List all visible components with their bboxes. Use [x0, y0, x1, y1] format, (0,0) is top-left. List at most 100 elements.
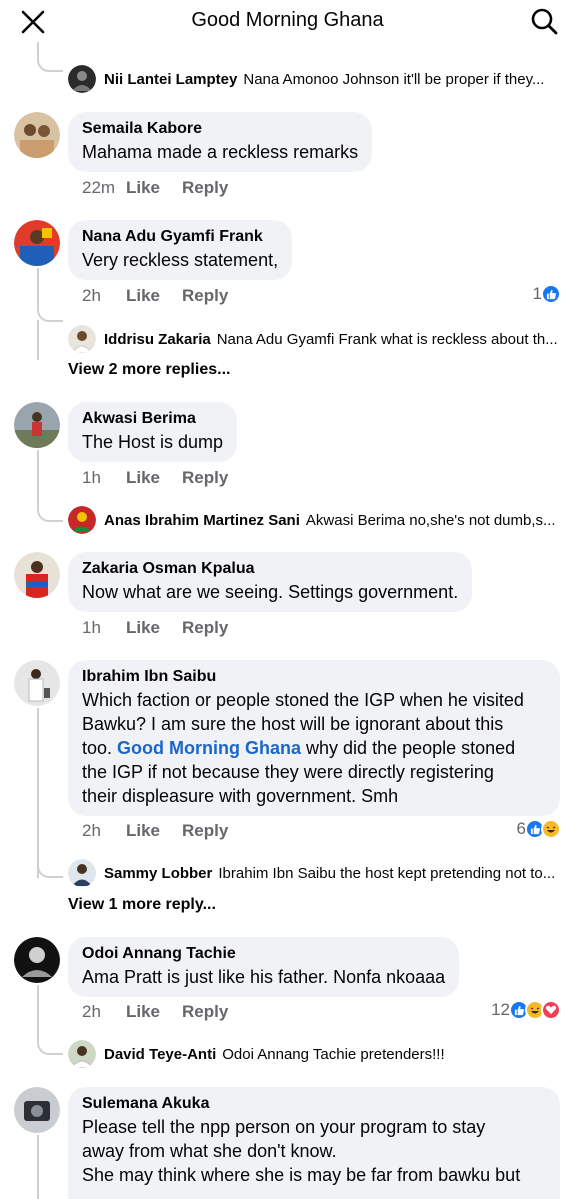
- reply-author[interactable]: David Teye-Anti: [104, 1046, 216, 1063]
- comment-author[interactable]: Ibrahim Ibn Saibu: [82, 666, 546, 688]
- comment-time: 2h: [82, 1002, 101, 1021]
- avatar[interactable]: [68, 1040, 96, 1068]
- reaction-summary[interactable]: 1: [533, 284, 561, 304]
- comment-time: 1h: [82, 618, 101, 637]
- reply-author[interactable]: Iddrisu Zakaria: [104, 331, 211, 348]
- avatar[interactable]: [14, 112, 60, 158]
- thread-line: [37, 708, 39, 878]
- view-more-replies-link[interactable]: View 1 more reply...: [68, 896, 216, 914]
- reply-item[interactable]: Iddrisu Zakaria Nana Adu Gyamfi Frank wh…: [68, 324, 561, 354]
- thread-connector: [37, 58, 63, 72]
- avatar[interactable]: [68, 65, 96, 93]
- comment-text-fragment: why did the people stoned: [301, 738, 516, 758]
- reply-author[interactable]: Nii Lantei Lamptey: [104, 71, 237, 88]
- comment-bubble: Ibrahim Ibn Saibu Which faction or peopl…: [68, 660, 560, 816]
- like-reaction-icon: [541, 284, 561, 304]
- reply-button[interactable]: Reply: [182, 286, 228, 306]
- view-more-replies-link[interactable]: View 2 more replies...: [68, 361, 230, 379]
- like-button[interactable]: Like: [126, 1002, 182, 1022]
- like-button[interactable]: Like: [126, 468, 182, 488]
- avatar[interactable]: [14, 1087, 60, 1133]
- comment-actions: 1h Like Reply: [82, 618, 228, 638]
- comment-text-line: She may think where she is may be far fr…: [82, 1165, 521, 1185]
- reply-text: Nana Adu Gyamfi Frank what is reckless a…: [216, 330, 558, 348]
- comment-text: Now what are we seeing. Settings governm…: [82, 582, 459, 602]
- thread-line: [37, 450, 39, 508]
- comment-bubble: Semaila Kabore Mahama made a reckless re…: [68, 112, 373, 172]
- like-button[interactable]: Like: [126, 178, 182, 198]
- reaction-count: 12: [491, 1000, 510, 1019]
- comment-bubble: Akwasi Berima The Host is dump: [68, 402, 238, 462]
- search-icon[interactable]: [529, 6, 559, 36]
- comment-text-line: Which faction or people stoned the IGP w…: [82, 690, 524, 710]
- avatar[interactable]: [68, 859, 96, 887]
- reply-text: Ibrahim Ibn Saibu the host kept pretendi…: [218, 864, 556, 882]
- comment-actions: 2h Like Reply: [82, 821, 228, 841]
- avatar[interactable]: [14, 660, 60, 706]
- comment-bubble: Nana Adu Gyamfi Frank Very reckless stat…: [68, 220, 293, 280]
- reply-text: Akwasi Berima no,she's not dumb,s...: [305, 511, 556, 529]
- avatar[interactable]: [14, 220, 60, 266]
- avatar[interactable]: [68, 325, 96, 353]
- thread-line: [37, 1135, 39, 1199]
- like-button[interactable]: Like: [126, 286, 182, 306]
- comment-actions: 2h Like Reply: [82, 1002, 228, 1022]
- avatar[interactable]: [14, 402, 60, 448]
- thread-connector: [37, 508, 63, 522]
- like-button[interactable]: Like: [126, 821, 182, 841]
- reply-author[interactable]: Sammy Lobber: [104, 865, 212, 882]
- comment-bubble: Odoi Annang Tachie Ama Pratt is just lik…: [68, 937, 460, 997]
- haha-reaction-icon: [541, 819, 561, 839]
- avatar[interactable]: [14, 552, 60, 598]
- thread-line: [37, 985, 39, 1041]
- comment-actions: 1h Like Reply: [82, 468, 228, 488]
- reply-text: Nana Amonoo Johnson it'll be proper if t…: [243, 70, 545, 88]
- comment-author[interactable]: Akwasi Berima: [82, 408, 223, 430]
- page-mention-link[interactable]: Good Morning Ghana: [117, 738, 301, 758]
- comment-text-line: the IGP if not because they were directl…: [82, 762, 494, 782]
- reply-item[interactable]: David Teye-Anti Odoi Annang Tachie prete…: [68, 1039, 561, 1069]
- reply-button[interactable]: Reply: [182, 468, 228, 488]
- thread-connector: [37, 308, 63, 322]
- comment-time: 2h: [82, 286, 101, 305]
- comment-bubble: Sulemana Akuka Please tell the npp perso…: [68, 1087, 560, 1199]
- thread-connector: [37, 864, 63, 878]
- comment-time: 22m: [82, 178, 116, 197]
- reply-button[interactable]: Reply: [182, 1002, 228, 1022]
- reply-button[interactable]: Reply: [182, 821, 228, 841]
- thread-line: [37, 320, 39, 360]
- reply-text: Odoi Annang Tachie pretenders!!!: [222, 1045, 445, 1063]
- reaction-summary[interactable]: 12: [491, 1000, 561, 1020]
- comment-author[interactable]: Odoi Annang Tachie: [82, 943, 445, 965]
- page-title: Good Morning Ghana: [191, 9, 384, 31]
- reply-item[interactable]: Nii Lantei Lamptey Nana Amonoo Johnson i…: [68, 64, 561, 94]
- reply-item[interactable]: Sammy Lobber Ibrahim Ibn Saibu the host …: [68, 858, 561, 888]
- reply-button[interactable]: Reply: [182, 618, 228, 638]
- comment-actions: 2h Like Reply: [82, 286, 228, 306]
- thread-line: [37, 42, 39, 58]
- reply-button[interactable]: Reply: [182, 178, 228, 198]
- avatar[interactable]: [68, 506, 96, 534]
- thread-connector: [37, 1041, 63, 1055]
- comment-text: Ama Pratt is just like his father. Nonfa…: [82, 967, 446, 987]
- thread-line: [37, 268, 39, 308]
- comment-text: The Host is dump: [82, 432, 224, 452]
- comment-author[interactable]: Semaila Kabore: [82, 118, 358, 140]
- reply-author[interactable]: Anas Ibrahim Martinez Sani: [104, 512, 300, 529]
- comment-author[interactable]: Nana Adu Gyamfi Frank: [82, 226, 278, 248]
- avatar[interactable]: [14, 937, 60, 983]
- comment-text-line: away from what she don't know.: [82, 1141, 337, 1161]
- top-bar: Good Morning Ghana: [0, 0, 575, 42]
- comment-text-fragment: too.: [82, 738, 113, 758]
- comment-text-line: Bawku? I am sure the host will be ignora…: [82, 714, 504, 734]
- comment-text-line: too. Good Morning Ghana why did the peop…: [82, 736, 546, 760]
- comment-text-line: Please tell the npp person on your progr…: [82, 1117, 486, 1137]
- comment-author[interactable]: Sulemana Akuka: [82, 1093, 546, 1115]
- comment-author[interactable]: Zakaria Osman Kpalua: [82, 558, 458, 580]
- reaction-summary[interactable]: 6: [517, 819, 561, 839]
- like-button[interactable]: Like: [126, 618, 182, 638]
- comment-actions: 22m Like Reply: [82, 178, 228, 198]
- love-reaction-icon: [541, 1000, 561, 1020]
- reply-item[interactable]: Anas Ibrahim Martinez Sani Akwasi Berima…: [68, 505, 561, 535]
- comment-time: 1h: [82, 468, 101, 487]
